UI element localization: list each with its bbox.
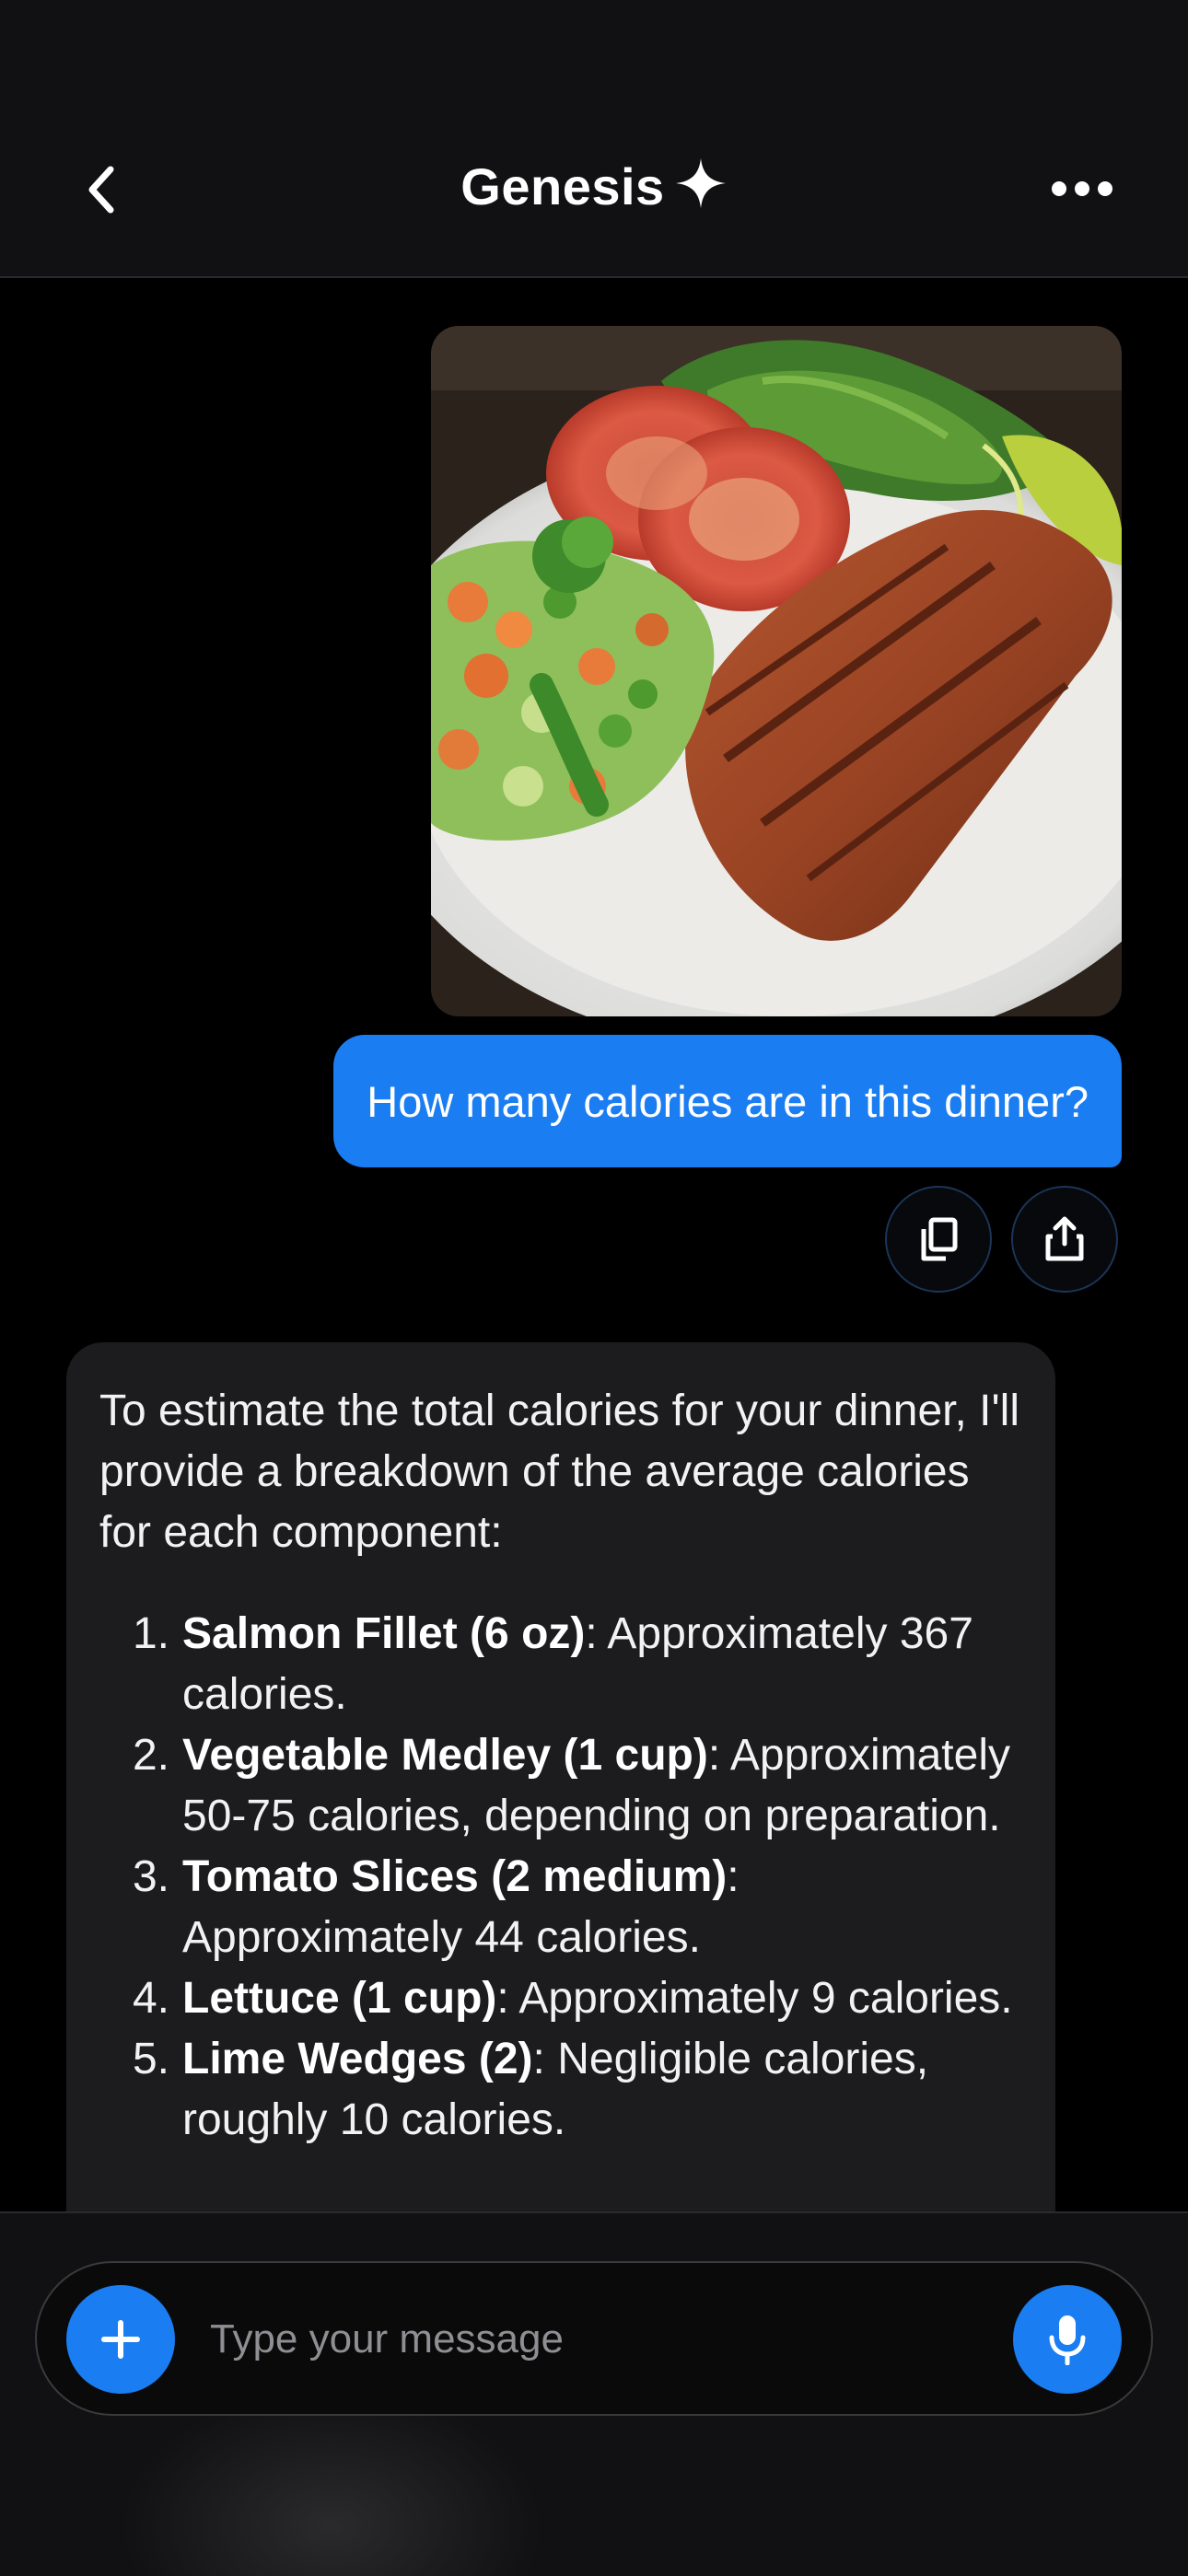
page-title: Genesis — [0, 157, 1188, 222]
plus-icon — [101, 2320, 140, 2359]
item-name: Lettuce (1 cup) — [182, 1974, 497, 2023]
background-glow — [120, 2388, 543, 2576]
app-header: Genesis — [0, 0, 1188, 278]
list-item: 3. Tomato Slices (2 medium): Approximate… — [99, 1847, 1022, 1968]
item-name: Vegetable Medley (1 cup) — [182, 1731, 708, 1780]
list-number: 1. — [132, 1609, 169, 1658]
list-item: 4. Lettuce (1 cup): Approximately 9 calo… — [99, 1968, 1022, 2029]
list-number: 5. — [132, 2035, 169, 2083]
user-image-message[interactable] — [431, 326, 1122, 1016]
microphone-button[interactable] — [1013, 2285, 1122, 2394]
list-number: 3. — [132, 1852, 169, 1901]
item-name: Tomato Slices (2 medium) — [182, 1852, 728, 1901]
list-item: 1. Salmon Fillet (6 oz): Approximately 3… — [99, 1604, 1022, 1725]
add-attachment-button[interactable] — [66, 2285, 175, 2394]
copy-button[interactable] — [885, 1186, 992, 1293]
copy-icon — [921, 1217, 958, 1261]
assistant-message-bubble[interactable]: To estimate the total calories for your … — [66, 1342, 1055, 2211]
list-number: 4. — [132, 1974, 169, 2023]
share-button[interactable] — [1011, 1186, 1118, 1293]
share-icon — [1045, 1216, 1084, 1261]
message-input[interactable] — [208, 2300, 967, 2379]
list-item: 5. Lime Wedges (2): Negligible calories,… — [99, 2029, 1022, 2151]
input-bar — [35, 2261, 1153, 2416]
list-item: 2. Vegetable Medley (1 cup): Approximate… — [99, 1725, 1022, 1847]
user-message-bubble[interactable]: How many calories are in this dinner? — [333, 1035, 1122, 1167]
food-photo — [431, 326, 1122, 1016]
title-text: Genesis — [460, 157, 665, 215]
calorie-breakdown-list: 1. Salmon Fillet (6 oz): Approximately 3… — [99, 1604, 1022, 2151]
item-name: Salmon Fillet (6 oz) — [182, 1609, 586, 1658]
item-name: Lime Wedges (2) — [182, 2035, 533, 2083]
message-composer — [0, 2211, 1188, 2576]
item-detail: : Approximately 9 calories. — [496, 1974, 1013, 2023]
sparkle-icon — [674, 157, 728, 222]
more-options-button[interactable] — [1050, 175, 1114, 203]
user-message-text: How many calories are in this dinner? — [367, 1076, 1089, 1126]
list-number: 2. — [132, 1731, 169, 1780]
assistant-intro-text: To estimate the total calories for your … — [99, 1387, 1019, 1557]
more-horizontal-icon — [1052, 181, 1112, 196]
microphone-icon — [1049, 2315, 1086, 2365]
chat-thread[interactable]: How many calories are in this dinner? To… — [0, 278, 1188, 2211]
